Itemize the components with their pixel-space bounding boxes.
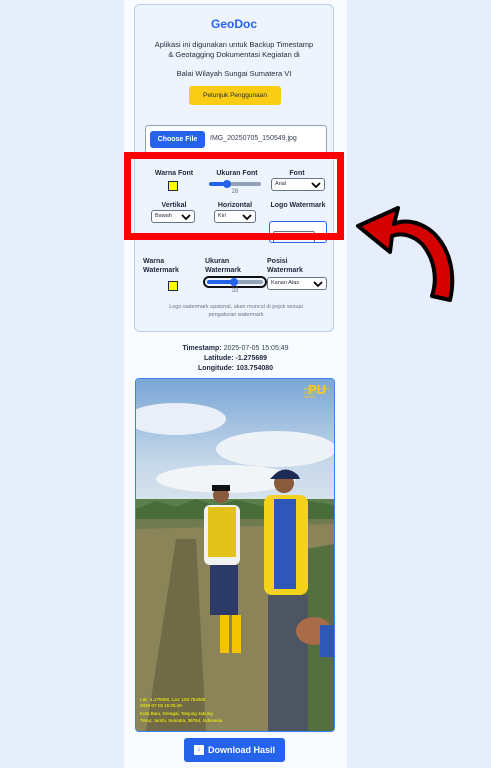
watermark-color-label-2: Watermark bbox=[143, 267, 179, 274]
watermark-position-select-value: Kanan Atas bbox=[271, 280, 300, 286]
watermark-color-label: Warna Watermark bbox=[137, 257, 183, 275]
latitude-label: Latitude: bbox=[203, 355, 234, 362]
watermark-size-slider-thumb[interactable] bbox=[229, 278, 238, 286]
timestamp-row: Timestamp: 2025-07-05 15:05:49 bbox=[124, 345, 347, 352]
photo-file-input[interactable]: Choose File IMG_20250705_150549.jpg bbox=[145, 125, 327, 155]
watermark-size-label-2: Watermark bbox=[205, 267, 241, 274]
photo-stamp-line4: Timur, Jambi, Sumatra, 36764, Indonesia bbox=[140, 718, 223, 723]
app-description-line3: Balai Wilayah Sungai Sumatera VI bbox=[176, 69, 292, 78]
photo-stamp-line3: Kota Baru, Geragai, Tanjung Jabung bbox=[140, 711, 213, 716]
watermark-size-value: 33 bbox=[231, 288, 239, 294]
file-name-text: IMG_20250705_150549.jpg bbox=[210, 135, 297, 142]
watermark-position-label-1: Posisi bbox=[267, 258, 288, 265]
watermark-size-label-1: Ukuran bbox=[205, 258, 230, 265]
highlight-frame bbox=[124, 152, 344, 240]
watermark-hint: Logo watermark opsional, akan muncul di … bbox=[145, 303, 327, 319]
latitude-row: Latitude: -1.275689 bbox=[124, 355, 347, 362]
watermark-hint-line2: pengaturan watermark bbox=[208, 312, 264, 318]
photo-scene bbox=[136, 379, 334, 731]
longitude-value: 103.754080 bbox=[236, 365, 274, 372]
watermark-color-picker[interactable] bbox=[168, 281, 178, 291]
watermark-size-label: Ukuran Watermark bbox=[205, 257, 249, 275]
watermark-position-select[interactable]: Kanan Atas bbox=[267, 277, 327, 290]
photo-stamp-line2: 2025-07-05 15:05:49 bbox=[140, 703, 182, 708]
help-button[interactable]: Petunjuk Penggunaan bbox=[189, 86, 281, 105]
watermark-size-slider[interactable] bbox=[203, 276, 267, 288]
longitude-row: Longitude: 103.754080 bbox=[124, 365, 347, 372]
app-description-line2: & Geotagging Dokumentasi Kegiatan di bbox=[168, 50, 300, 59]
app-title: GeoDoc bbox=[210, 17, 257, 31]
watermark-color-label-1: Warna bbox=[143, 258, 165, 265]
chevron-down-icon bbox=[313, 281, 323, 288]
choose-file-button[interactable]: Choose File bbox=[150, 131, 205, 148]
curved-arrow-icon bbox=[356, 206, 455, 302]
download-button[interactable]: ↓ Download Hasil bbox=[184, 738, 285, 762]
timestamp-value: 2025-07-05 15:05:49 bbox=[223, 345, 289, 352]
latitude-value: -1.275689 bbox=[235, 355, 268, 362]
longitude-label: Longitude: bbox=[197, 365, 235, 372]
photo-stamp-line1: Lat: -1.275689, Lon: 103.754080 bbox=[140, 697, 206, 702]
watermark-position-label-2: Watermark bbox=[267, 267, 303, 274]
app-description-line1: Aplikasi ini digunakan untuk Backup Time… bbox=[154, 40, 314, 49]
timestamp-label: Timestamp: bbox=[182, 345, 222, 352]
watermark-position-label: Posisi Watermark bbox=[267, 257, 317, 275]
watermark-hint-line1: Logo watermark opsional, akan muncul di … bbox=[169, 304, 303, 310]
photo-watermark-logo-subtext: KEMENTERIAN PEKERJAAN UMUM bbox=[304, 387, 330, 399]
preview-photo: PU KEMENTERIAN PEKERJAAN UMUM Lat: -1.27… bbox=[135, 378, 335, 732]
download-label: Download Hasil bbox=[207, 745, 275, 755]
download-icon: ↓ bbox=[193, 745, 204, 755]
